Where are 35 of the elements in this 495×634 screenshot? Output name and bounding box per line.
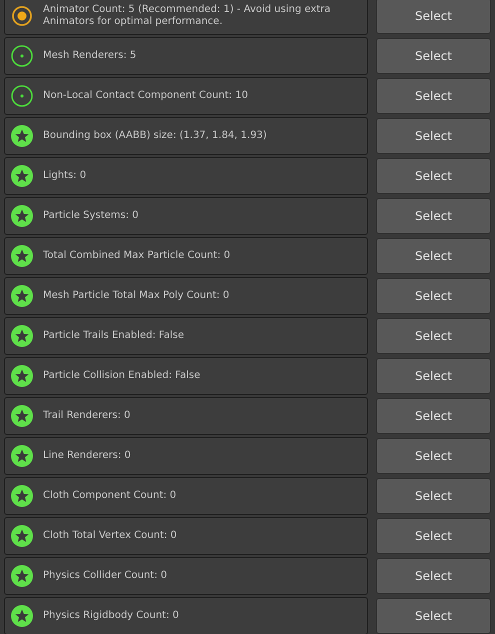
select-button[interactable]: Select bbox=[376, 598, 491, 634]
select-button[interactable]: Select bbox=[376, 518, 491, 554]
message-text: Physics Collider Count: 0 bbox=[43, 570, 167, 582]
select-button[interactable]: Select bbox=[376, 358, 491, 394]
info-icon bbox=[11, 45, 33, 67]
select-button[interactable]: Select bbox=[376, 78, 491, 114]
message-text: Mesh Particle Total Max Poly Count: 0 bbox=[43, 290, 230, 302]
select-button[interactable]: Select bbox=[376, 278, 491, 314]
message-text: Particle Systems: 0 bbox=[43, 210, 139, 222]
message-text: Particle Collision Enabled: False bbox=[43, 370, 200, 382]
message-text: Animator Count: 5 (Recommended: 1) - Avoid using extra Animators for optimal performance. bbox=[43, 4, 332, 28]
select-button[interactable]: Select bbox=[376, 38, 491, 74]
select-button[interactable]: Select bbox=[376, 558, 491, 594]
message-text: Total Combined Max Particle Count: 0 bbox=[43, 250, 230, 262]
select-button[interactable]: Select bbox=[376, 0, 491, 34]
select-button[interactable]: Select bbox=[376, 318, 491, 354]
message-text: Cloth Component Count: 0 bbox=[43, 490, 176, 502]
select-button[interactable]: Select bbox=[376, 158, 491, 194]
select-button[interactable]: Select bbox=[376, 398, 491, 434]
message-text: Physics Rigidbody Count: 0 bbox=[43, 610, 179, 622]
message-text: Trail Renderers: 0 bbox=[43, 410, 130, 422]
message-text: Mesh Renderers: 5 bbox=[43, 50, 136, 62]
warning-icon bbox=[11, 5, 33, 27]
select-button[interactable]: Select bbox=[376, 478, 491, 514]
info-icon bbox=[11, 85, 33, 107]
message-text: Non-Local Contact Component Count: 10 bbox=[43, 90, 248, 102]
message-text: Bounding box (AABB) size: (1.37, 1.84, 1.93) bbox=[43, 130, 267, 142]
select-button[interactable]: Select bbox=[376, 118, 491, 154]
select-button[interactable]: Select bbox=[376, 238, 491, 274]
message-text: Cloth Total Vertex Count: 0 bbox=[43, 530, 177, 542]
message-text: Line Renderers: 0 bbox=[43, 450, 131, 462]
message-text: Particle Trails Enabled: False bbox=[43, 330, 184, 342]
select-button[interactable]: Select bbox=[376, 198, 491, 234]
message-text: Lights: 0 bbox=[43, 170, 86, 182]
select-button[interactable]: Select bbox=[376, 438, 491, 474]
